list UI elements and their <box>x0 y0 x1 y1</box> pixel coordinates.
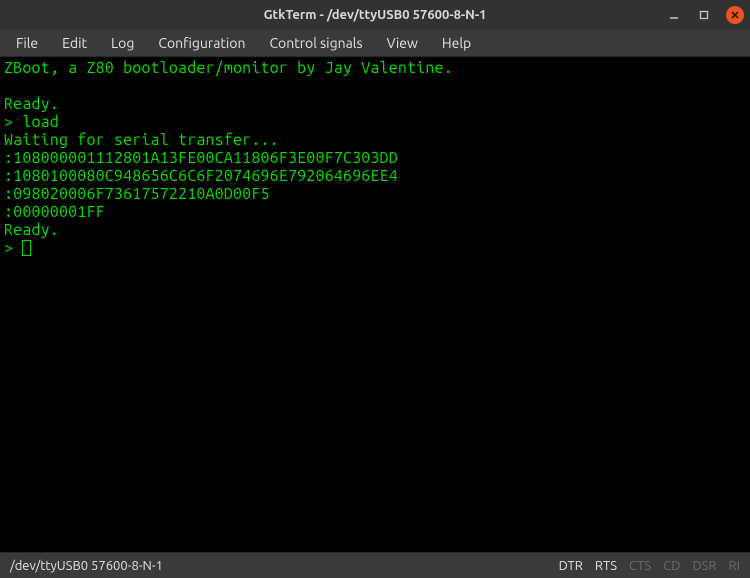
terminal-line: Ready. <box>4 221 59 239</box>
window-title: GtkTerm - /dev/ttyUSB0 57600-8-N-1 <box>264 8 487 22</box>
statusbar: /dev/ttyUSB0 57600-8-N-1 DTR RTS CTS CD … <box>0 552 750 578</box>
signal-indicators: DTR RTS CTS CD DSR RI <box>559 559 740 573</box>
maximize-button[interactable] <box>696 7 712 23</box>
status-port: /dev/ttyUSB0 57600-8-N-1 <box>10 559 163 573</box>
menu-configuration[interactable]: Configuration <box>148 32 255 54</box>
menu-view[interactable]: View <box>377 32 428 54</box>
window-controls <box>666 6 744 24</box>
minimize-button[interactable] <box>666 7 682 23</box>
terminal-line: Waiting for serial transfer... <box>4 131 279 149</box>
terminal-line: :1080100080C948656C6C6F2074696E792064696… <box>4 167 398 185</box>
signal-rts[interactable]: RTS <box>595 559 617 573</box>
close-button[interactable] <box>726 6 744 24</box>
signal-dsr: DSR <box>692 559 716 573</box>
terminal-line: Ready. <box>4 95 59 113</box>
terminal-line: > load <box>4 113 59 131</box>
menu-file[interactable]: File <box>6 32 48 54</box>
menubar: File Edit Log Configuration Control sign… <box>0 30 750 57</box>
titlebar: GtkTerm - /dev/ttyUSB0 57600-8-N-1 <box>0 0 750 30</box>
terminal-line: :098020006F73617572210A0D00F5 <box>4 185 270 203</box>
signal-cts: CTS <box>629 559 651 573</box>
terminal-line: > <box>4 239 22 257</box>
signal-cd: CD <box>663 559 680 573</box>
menu-control-signals[interactable]: Control signals <box>259 32 372 54</box>
menu-help[interactable]: Help <box>432 32 481 54</box>
maximize-icon <box>698 9 710 21</box>
menu-edit[interactable]: Edit <box>52 32 97 54</box>
terminal-cursor <box>22 240 31 256</box>
terminal-line: ZBoot, a Z80 bootloader/monitor by Jay V… <box>4 59 453 77</box>
menu-log[interactable]: Log <box>101 32 144 54</box>
terminal-area[interactable]: ZBoot, a Z80 bootloader/monitor by Jay V… <box>0 57 750 552</box>
signal-ri: RI <box>729 559 740 573</box>
terminal-line: :00000001FF <box>4 203 105 221</box>
minimize-icon <box>668 9 680 21</box>
close-icon <box>729 9 741 21</box>
signal-dtr[interactable]: DTR <box>559 559 583 573</box>
terminal-line: :108000001112801A13FE00CA11806F3E00F7C30… <box>4 149 398 167</box>
